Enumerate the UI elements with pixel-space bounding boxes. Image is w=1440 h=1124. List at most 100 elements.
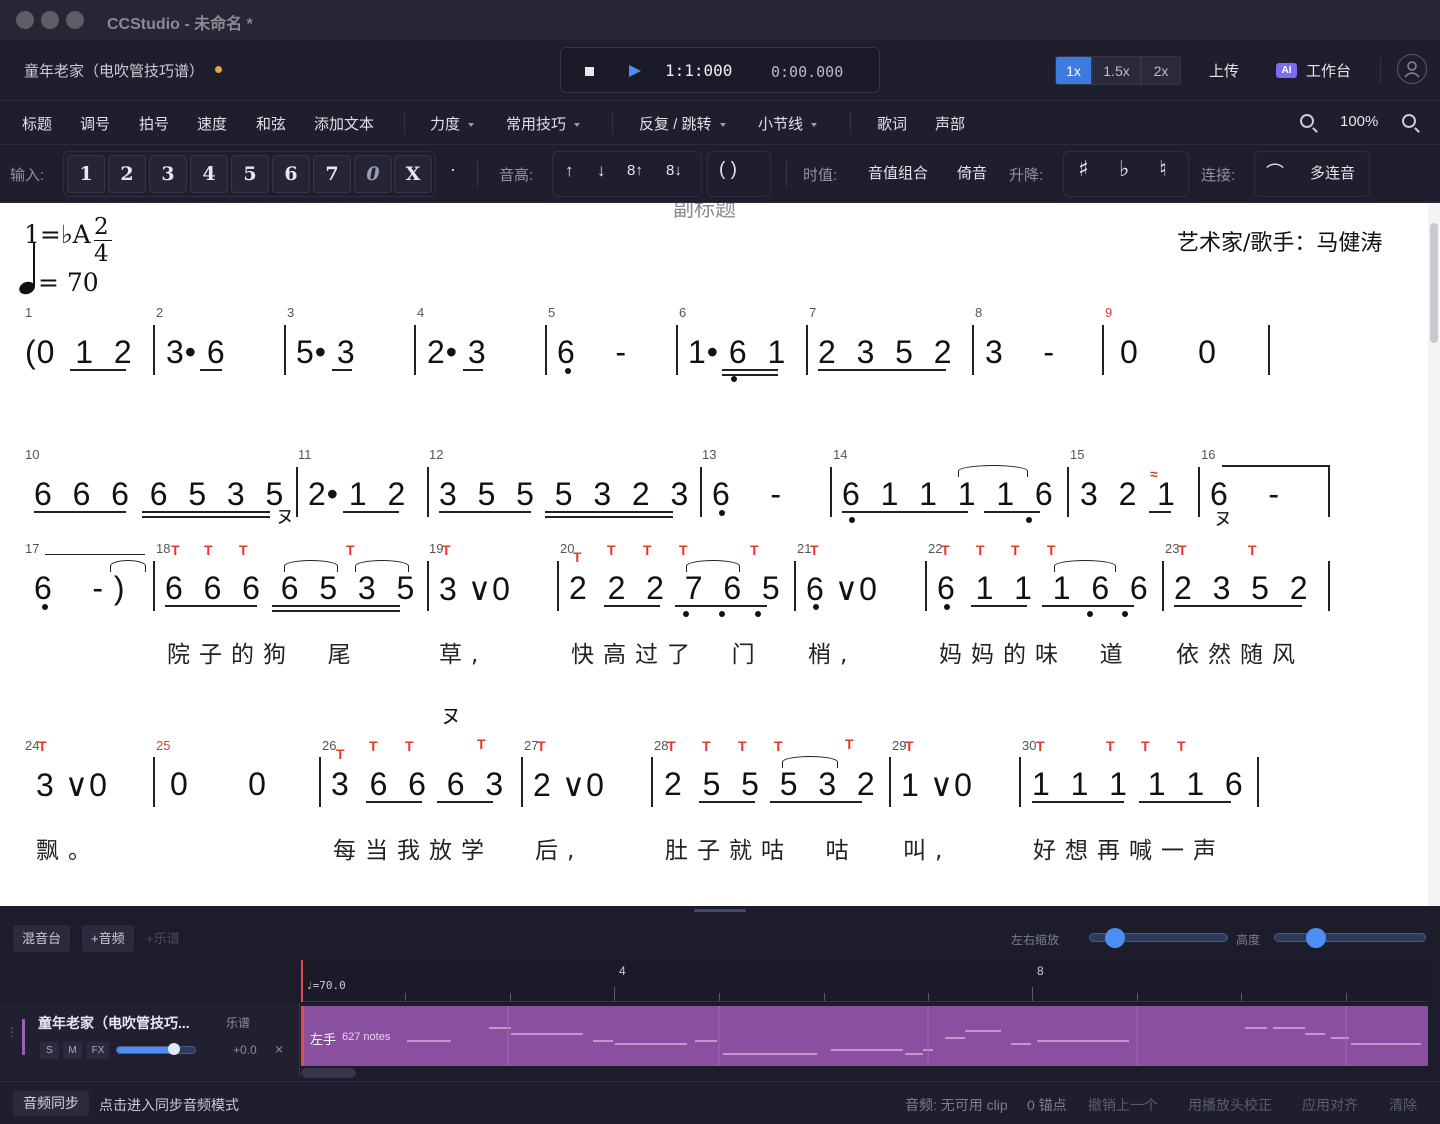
flat-button[interactable]: ♭ xyxy=(1119,157,1129,182)
tongue-mark[interactable]: T xyxy=(941,542,950,558)
octave-down-button[interactable]: 8↓ xyxy=(666,162,682,179)
timeline-ruler[interactable]: ♩=70.0 4 8 xyxy=(301,960,1428,1002)
menu-voice[interactable]: 声部 xyxy=(935,113,965,134)
tongue-mark[interactable]: T xyxy=(537,738,546,754)
octave-up-button[interactable]: 8↑ xyxy=(627,162,643,179)
sharp-button[interactable]: ♯ xyxy=(1078,157,1089,182)
measure-25[interactable]: 0 0 xyxy=(170,766,267,803)
tongue-mark[interactable]: T xyxy=(1178,542,1187,558)
menu-time-signature[interactable]: 拍号 xyxy=(139,113,169,134)
sync-hint[interactable]: 点击进入同步音频模式 xyxy=(99,1095,239,1115)
tongue-mark[interactable]: T xyxy=(976,542,985,558)
tongue-mark[interactable]: T xyxy=(738,738,747,754)
pitch-up-button[interactable]: ↑ xyxy=(565,161,574,181)
slur[interactable] xyxy=(1054,560,1116,572)
measure-9[interactable]: 0 0 xyxy=(1120,334,1217,371)
close-track-icon[interactable]: × xyxy=(275,1041,283,1057)
tongue-mark[interactable]: T xyxy=(679,542,688,558)
measure-5[interactable]: 6 - xyxy=(557,334,627,371)
measure-6[interactable]: 1• 6 1 xyxy=(688,334,786,371)
lyric-line[interactable]: 依然随风 xyxy=(1176,635,1304,669)
tongue-mark[interactable]: T xyxy=(369,738,378,754)
subtitle-partial[interactable]: 副标题 xyxy=(673,203,736,223)
lyric-line[interactable]: 妈妈的味 道 xyxy=(939,635,1132,669)
stop-button[interactable] xyxy=(580,62,598,80)
drag-handle-icon[interactable]: ⋮ xyxy=(6,1025,18,1039)
dot-button[interactable]: · xyxy=(450,159,456,180)
play-button[interactable] xyxy=(626,62,644,80)
tongue-mark[interactable]: T xyxy=(845,736,854,752)
workbench-button[interactable]: 工作台 xyxy=(1306,60,1351,81)
timeline-scrollbar-thumb[interactable] xyxy=(301,1068,356,1078)
note-4-button[interactable]: 4 xyxy=(190,155,228,193)
volume-slider[interactable] xyxy=(116,1043,196,1055)
height-slider-knob[interactable] xyxy=(1306,928,1326,948)
measure-29[interactable]: 1 ∨0 xyxy=(901,766,973,804)
slur[interactable] xyxy=(782,756,838,768)
measure-26[interactable]: 3 6 6 6 3 xyxy=(331,766,504,803)
lyric-line[interactable]: 叫, xyxy=(903,831,951,865)
lyric-line[interactable]: 每当我放学 xyxy=(333,831,493,865)
zoom-out-icon[interactable] xyxy=(1300,114,1314,128)
tongue-mark[interactable]: T xyxy=(204,542,213,558)
measure-23[interactable]: 2 3 5 2 xyxy=(1174,570,1309,607)
note-5-button[interactable]: 5 xyxy=(231,155,269,193)
lyric-line[interactable]: 梢, xyxy=(808,635,856,669)
tongue-mark[interactable]: T xyxy=(1177,738,1186,754)
tongue-mark[interactable]: T xyxy=(239,542,248,558)
measure-18[interactable]: 6 6 6 6 5 3 5 xyxy=(165,570,415,607)
tongue-mark[interactable]: T xyxy=(1011,542,1020,558)
rest-0-button[interactable]: 0 xyxy=(354,155,392,193)
measure-8[interactable]: 3 - xyxy=(985,334,1055,371)
measure-27[interactable]: 2 ∨0 xyxy=(533,766,605,804)
menu-key[interactable]: 调号 xyxy=(80,113,110,134)
measure-15[interactable]: 3 2 1 xyxy=(1080,476,1176,513)
score-canvas[interactable]: 副标题 1=♭A 2 4 = 70 艺术家/歌手：马健涛 1 2 3 4 5 6… xyxy=(0,203,1428,906)
user-avatar-icon[interactable] xyxy=(1397,54,1427,84)
tongue-mark[interactable]: T xyxy=(336,746,345,762)
menu-techniques[interactable]: 常用技巧 xyxy=(506,113,581,134)
document-title[interactable]: 童年老家（电吹管技巧谱） xyxy=(24,60,204,81)
time-signature-top[interactable]: 2 xyxy=(94,214,109,240)
menu-add-text[interactable]: 添加文本 xyxy=(314,113,374,134)
track-header[interactable]: ⋮ 童年老家（电吹管技巧... 乐谱 S M FX +0.0 × xyxy=(0,1003,300,1079)
tongue-mark[interactable]: T xyxy=(667,738,676,754)
time-signature-bottom[interactable]: 4 xyxy=(94,241,109,267)
lyric-line[interactable]: 快高过了 门 xyxy=(571,635,764,669)
x-note-button[interactable]: X xyxy=(394,155,432,193)
tongue-mark[interactable]: T xyxy=(573,549,582,565)
fx-button[interactable]: FX xyxy=(87,1042,109,1059)
clear-button[interactable]: 清除 xyxy=(1389,1095,1417,1115)
measure-22[interactable]: 6 1 1 1 6 6 xyxy=(937,570,1149,607)
grace-note-button[interactable]: 倚音 xyxy=(957,162,987,183)
technique-mark[interactable]: ヌ xyxy=(276,503,294,529)
tongue-mark[interactable]: T xyxy=(810,542,819,558)
note-7-button[interactable]: 7 xyxy=(313,155,351,193)
measure-21[interactable]: 6 ∨0 xyxy=(806,570,878,608)
mute-button[interactable]: M xyxy=(63,1042,82,1059)
menu-title[interactable]: 标题 xyxy=(22,113,52,134)
slur[interactable] xyxy=(284,560,338,572)
artist-credit[interactable]: 艺术家/歌手：马健涛 xyxy=(1177,225,1382,257)
lyric-line[interactable]: 后, xyxy=(535,831,583,865)
slur[interactable] xyxy=(355,560,409,572)
tongue-mark[interactable]: T xyxy=(643,542,652,558)
hzoom-slider-knob[interactable] xyxy=(1105,928,1125,948)
menu-tempo[interactable]: 速度 xyxy=(197,113,227,134)
tongue-mark[interactable]: T xyxy=(346,542,355,558)
lyric-line[interactable]: 飘。 xyxy=(36,831,100,865)
volume-knob[interactable] xyxy=(168,1043,180,1055)
lyric-line[interactable]: 好想再喊一声 xyxy=(1033,831,1225,865)
solo-button[interactable]: S xyxy=(40,1042,59,1059)
tongue-mark[interactable]: T xyxy=(1248,542,1257,558)
note-3-button[interactable]: 3 xyxy=(149,155,187,193)
technique-mark[interactable]: ヌ xyxy=(441,700,461,729)
measure-13[interactable]: 6 - xyxy=(712,476,782,513)
add-audio-button[interactable]: +音频 xyxy=(82,925,134,952)
panel-resize-handle[interactable] xyxy=(694,909,746,912)
minimize-window-button[interactable] xyxy=(41,11,59,29)
measure-7[interactable]: 2 3 5 2 xyxy=(818,334,953,371)
tongue-mark[interactable]: T xyxy=(1047,542,1056,558)
tongue-mark[interactable]: T xyxy=(774,738,783,754)
measure-12[interactable]: 3 5 5 5 3 2 3 xyxy=(439,476,689,513)
